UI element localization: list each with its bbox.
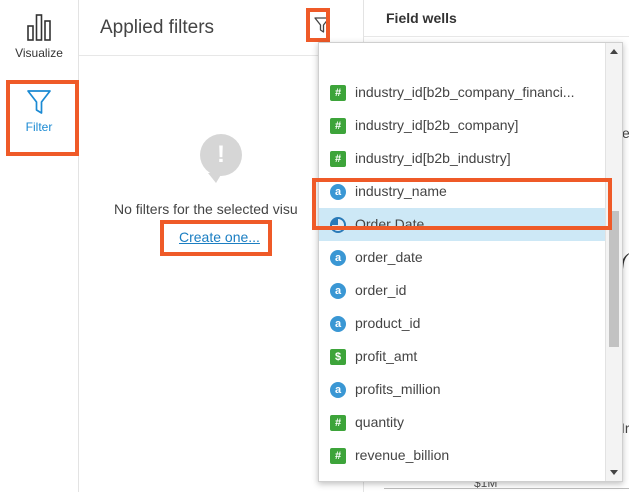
field-list: # industry_id[b2b_company_financi... # i… (319, 43, 606, 482)
string-type-icon: a (330, 481, 346, 482)
list-item[interactable]: # industry_id[b2b_industry] (319, 142, 606, 175)
field-label: product_id (355, 315, 421, 331)
field-dropdown[interactable]: # industry_id[b2b_company_financi... # i… (318, 42, 623, 482)
field-label: industry_id[b2b_industry] (355, 150, 511, 166)
number-type-icon: # (330, 448, 346, 464)
list-item[interactable]: $ profit_amt (319, 340, 606, 373)
field-wells-title: Field wells (386, 10, 457, 26)
list-item[interactable]: a profits_million (319, 373, 606, 406)
list-item[interactable]: a row_id (319, 472, 606, 482)
field-label: order_id (355, 282, 407, 298)
field-label: industry_id[b2b_company_financi... (355, 84, 575, 100)
scroll-up-arrow-icon[interactable] (610, 49, 618, 54)
dropdown-scrollbar[interactable] (605, 43, 622, 481)
list-item[interactable] (319, 43, 606, 76)
field-label: profit_amt (355, 348, 418, 364)
peek-text: ev (622, 125, 629, 141)
field-label: revenue_billion (355, 447, 450, 463)
highlight-add-filter (306, 8, 330, 42)
field-label: profits_million (355, 381, 441, 397)
field-label: industry_id[b2b_company] (355, 117, 519, 133)
highlight-filter-tab (6, 80, 79, 156)
visualize-tab[interactable]: Visualize (0, 12, 78, 60)
field-label: row_id (355, 472, 606, 481)
field-label: order_date (355, 249, 423, 265)
axis-line (384, 488, 629, 489)
list-item[interactable]: a order_date (319, 241, 606, 274)
number-type-icon: # (330, 415, 346, 431)
field-wells-divider (364, 36, 629, 37)
number-type-icon: # (330, 118, 346, 134)
highlight-order-date (312, 178, 612, 230)
list-item[interactable]: a order_id (319, 274, 606, 307)
string-type-icon: a (330, 283, 346, 299)
number-type-icon: # (330, 85, 346, 101)
visualize-label: Visualize (15, 46, 63, 60)
number-type-icon: # (330, 151, 346, 167)
string-type-icon: a (330, 250, 346, 266)
currency-type-icon: $ (330, 349, 346, 365)
highlight-create-link (160, 220, 272, 256)
string-type-icon: a (330, 382, 346, 398)
empty-message: No filters for the selected visu (114, 201, 298, 217)
alert-icon: ! (200, 134, 242, 183)
list-item[interactable]: # industry_id[b2b_company_financi... (319, 76, 606, 109)
list-item[interactable]: # revenue_billion (319, 439, 606, 472)
scroll-down-arrow-icon[interactable] (610, 470, 618, 475)
bar-chart-icon (27, 14, 51, 41)
left-rail: Visualize Filter (0, 0, 79, 492)
field-label: quantity (355, 414, 405, 430)
scroll-thumb[interactable] (609, 211, 619, 347)
string-type-icon: a (330, 316, 346, 332)
list-item[interactable]: a product_id (319, 307, 606, 340)
list-item[interactable]: # quantity (319, 406, 606, 439)
panel-title: Applied filters (100, 17, 215, 38)
list-item[interactable]: # industry_id[b2b_company] (319, 109, 606, 142)
